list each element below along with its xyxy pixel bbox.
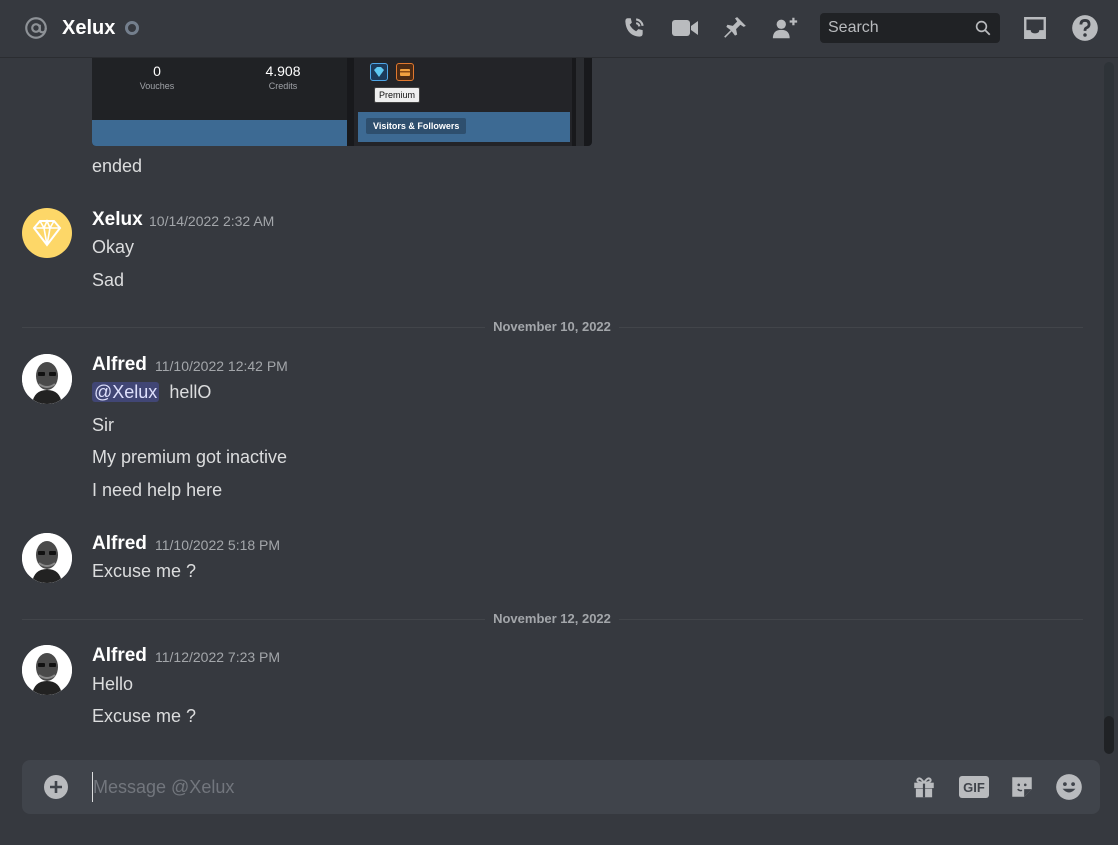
- message-line: I need help here: [92, 480, 223, 500]
- voice-call-icon[interactable]: [620, 14, 648, 42]
- chest-badge-icon: [396, 63, 414, 81]
- avatar[interactable]: [22, 208, 72, 258]
- visitors-followers-section: Visitors & Followers: [358, 112, 570, 142]
- user-mention[interactable]: @Xelux: [92, 382, 160, 402]
- stat-value: 0: [153, 63, 161, 79]
- message-author[interactable]: Xelux: [92, 208, 143, 232]
- date-divider-label: November 12, 2022: [485, 611, 619, 626]
- stat-label: Vouches: [139, 81, 175, 91]
- message-line: Hello: [92, 674, 134, 694]
- embed-edge: [576, 58, 584, 146]
- scrollbar-thumb[interactable]: [1104, 716, 1114, 754]
- scrollbar-track[interactable]: [1104, 62, 1114, 752]
- message-composer: GIF: [22, 760, 1100, 814]
- embed-banner: [92, 120, 347, 146]
- stat-credits: 4.908 Credits: [233, 62, 333, 92]
- message-text: hellO: [169, 382, 212, 402]
- message-line: Sad: [92, 270, 125, 290]
- message-line: @Xelux hellO: [92, 380, 211, 404]
- message-author[interactable]: Alfred: [92, 532, 147, 556]
- stat-value: 4.908: [265, 63, 301, 79]
- emoji-icon[interactable]: [1055, 773, 1083, 801]
- date-divider: November 12, 2022: [0, 611, 1104, 627]
- message-line: ended: [92, 156, 143, 176]
- date-divider-label: November 10, 2022: [485, 319, 619, 334]
- diamond-icon: [32, 218, 62, 247]
- gif-button[interactable]: GIF: [958, 773, 990, 801]
- message-line: My premium got inactive: [92, 447, 288, 467]
- message-timestamp: 10/14/2022 2:32 AM: [149, 213, 275, 229]
- status-dot: [125, 21, 139, 35]
- help-icon[interactable]: [1071, 14, 1099, 42]
- at-icon: [25, 17, 47, 39]
- premium-tooltip: Premium: [374, 87, 421, 103]
- stat-vouches: 0 Vouches: [107, 62, 207, 92]
- profile-badges-panel: Premium Visitors & Followers: [354, 58, 572, 146]
- image-embed[interactable]: 0 Vouches 4.908 Credits Premium Visitors…: [92, 58, 592, 146]
- channel-header: Xelux: [0, 0, 1118, 58]
- diamond-badge-icon: [370, 63, 388, 81]
- visitors-followers-label: Visitors & Followers: [366, 118, 467, 134]
- message-input[interactable]: [92, 772, 882, 802]
- channel-title: Xelux: [62, 17, 116, 39]
- search-box[interactable]: [820, 13, 1000, 43]
- message-line: Excuse me ?: [92, 706, 197, 726]
- attach-plus-icon[interactable]: [44, 775, 68, 799]
- gif-label: GIF: [963, 779, 985, 795]
- avatar[interactable]: [22, 354, 72, 404]
- message-timestamp: 11/12/2022 7:23 PM: [155, 649, 281, 665]
- inbox-icon[interactable]: [1021, 14, 1049, 42]
- sticker-icon[interactable]: [1008, 773, 1036, 801]
- profile-stats-panel: 0 Vouches 4.908 Credits: [92, 58, 347, 146]
- portrait-image: [22, 645, 72, 695]
- stat-label: Credits: [268, 81, 298, 91]
- add-friend-icon[interactable]: [771, 14, 799, 42]
- message-line: Excuse me ?: [92, 561, 197, 581]
- search-icon[interactable]: [974, 19, 992, 37]
- avatar[interactable]: [22, 645, 72, 695]
- message-timestamp: 11/10/2022 12:42 PM: [155, 358, 288, 374]
- message-author[interactable]: Alfred: [92, 644, 147, 668]
- video-call-icon[interactable]: [671, 14, 699, 42]
- search-input[interactable]: [820, 13, 970, 43]
- message-line: Sir: [92, 415, 114, 435]
- portrait-image: [22, 354, 72, 404]
- portrait-image: [22, 533, 72, 583]
- message-line: Okay: [92, 237, 135, 257]
- avatar[interactable]: [22, 533, 72, 583]
- date-divider: November 10, 2022: [0, 319, 1104, 335]
- pin-icon[interactable]: [721, 14, 749, 42]
- message-timestamp: 11/10/2022 5:18 PM: [155, 537, 281, 553]
- message-author[interactable]: Alfred: [92, 353, 147, 377]
- gift-icon[interactable]: [910, 773, 938, 801]
